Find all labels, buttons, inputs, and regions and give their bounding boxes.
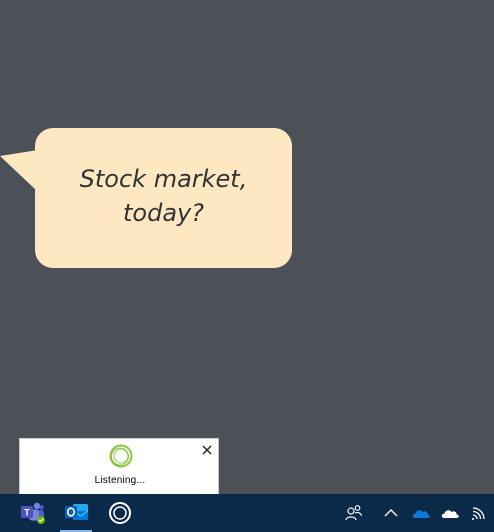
desktop-background: Stock market, today? Listening... <box>0 0 494 494</box>
taskbar-cortana-button[interactable] <box>98 494 142 532</box>
speech-bubble-tail <box>0 150 38 190</box>
cortana-listening-popup: Listening... <box>19 438 219 494</box>
people-icon <box>345 505 363 521</box>
taskbar: T <box>0 494 494 532</box>
people-button[interactable] <box>340 494 368 532</box>
taskbar-outlook-button[interactable] <box>54 494 98 532</box>
cortana-listening-icon <box>109 444 133 468</box>
cortana-icon <box>109 502 131 524</box>
onedrive-personal-button[interactable] <box>435 494 463 532</box>
listening-status-text: Listening... <box>94 475 146 486</box>
outlook-icon <box>65 504 89 520</box>
close-icon[interactable] <box>201 444 213 456</box>
speech-bubble: Stock market, today? <box>35 128 292 268</box>
teams-icon: T <box>21 502 45 524</box>
taskbar-teams-button[interactable]: T <box>10 494 54 532</box>
onedrive-personal-icon <box>441 510 459 518</box>
network-icon <box>472 507 485 520</box>
speech-bubble-text: Stock market, today? <box>79 165 248 227</box>
chevron-up-icon <box>384 509 398 517</box>
network-button[interactable] <box>465 494 493 532</box>
show-hidden-icons-button[interactable] <box>377 494 405 532</box>
svg-text:T: T <box>24 508 30 518</box>
onedrive-icon <box>412 510 430 518</box>
onedrive-business-button[interactable] <box>406 494 434 532</box>
